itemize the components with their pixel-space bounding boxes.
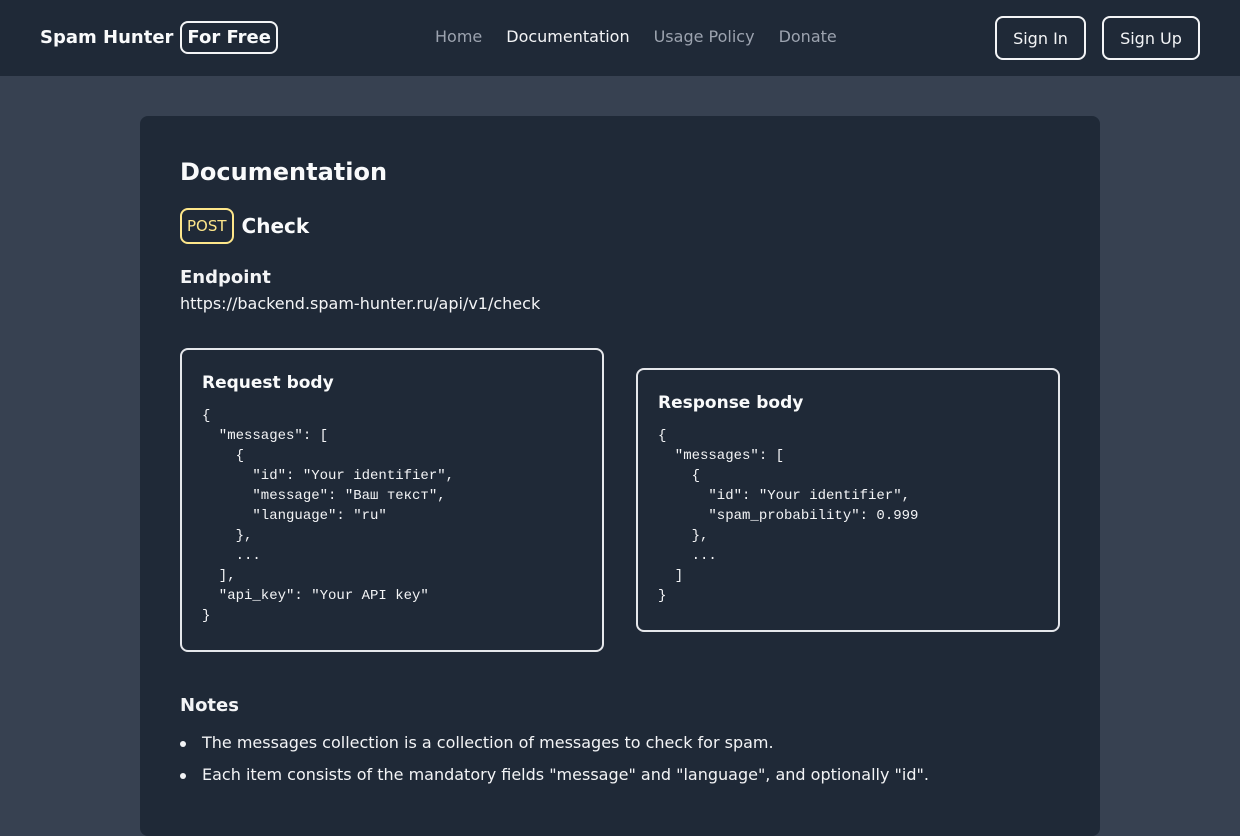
endpoint-label: Endpoint	[180, 267, 271, 288]
brand-logo[interactable]: Spam Hunter For Free	[40, 21, 278, 54]
http-method-badge: POST	[180, 208, 234, 244]
nav-link-documentation[interactable]: Documentation	[506, 27, 629, 47]
sign-in-button[interactable]: Sign In	[995, 16, 1086, 60]
request-body-panel: Request body { "messages": [ { "id": "Yo…	[180, 348, 604, 652]
brand-badge: For Free	[180, 21, 278, 54]
brand-name: Spam Hunter	[40, 27, 174, 48]
page-title: Documentation	[180, 158, 388, 186]
main-nav: Home Documentation Usage Policy Donate	[435, 27, 837, 47]
endpoint-url: https://backend.spam-hunter.ru/api/v1/ch…	[180, 294, 541, 313]
request-body-code: { "messages": [ { "id": "Your identifier…	[202, 408, 455, 624]
documentation-card: Documentation POST Check Endpoint https:…	[140, 116, 1100, 836]
response-body-panel: Response body { "messages": [ { "id": "Y…	[636, 368, 1060, 632]
nav-link-donate[interactable]: Donate	[779, 27, 837, 47]
nav-link-home[interactable]: Home	[435, 27, 482, 47]
nav-link-usage-policy[interactable]: Usage Policy	[654, 27, 755, 47]
request-body-title: Request body	[202, 373, 334, 393]
notes-title: Notes	[180, 695, 239, 716]
response-body-title: Response body	[658, 393, 804, 413]
note-item: The messages collection is a collection …	[180, 732, 1060, 754]
response-body-code: { "messages": [ { "id": "Your identifier…	[658, 428, 919, 604]
sign-up-button[interactable]: Sign Up	[1102, 16, 1200, 60]
note-item: Each item consists of the mandatory fiel…	[180, 764, 1060, 786]
navbar: Spam Hunter For Free Home Documentation …	[0, 0, 1240, 76]
method-name: Check	[241, 214, 310, 238]
notes-list: The messages collection is a collection …	[180, 732, 1060, 796]
method-header: POST Check	[180, 208, 309, 244]
